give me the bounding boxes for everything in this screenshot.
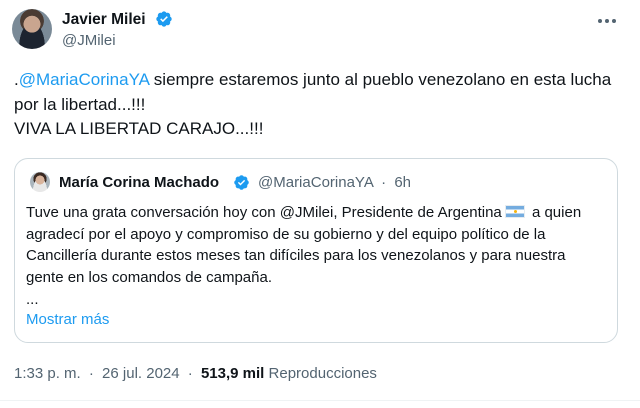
tweet-time[interactable]: 1:33 p. m.	[14, 365, 81, 382]
views-label: Reproducciones	[268, 365, 377, 382]
author-avatar[interactable]	[12, 9, 52, 49]
quoted-author-avatar[interactable]	[30, 172, 50, 192]
quoted-text-part1: Tuve una grata conversación hoy con @JMi…	[26, 204, 502, 221]
quoted-tweet-text: Tuve una grata conversación hoy con @JMi…	[26, 202, 606, 288]
verified-badge-icon	[156, 11, 172, 27]
verified-badge-icon	[234, 175, 249, 190]
more-options-icon[interactable]	[598, 14, 620, 28]
quoted-ellipsis: ...	[26, 291, 39, 308]
quoted-meta: @MariaCorinaYA · 6h	[258, 174, 411, 192]
author-name[interactable]: Javier Milei	[62, 10, 146, 29]
footer-dot-separator: ·	[88, 365, 94, 382]
quoted-tweet-card[interactable]: María Corina Machado @MariaCorinaYA · 6h…	[14, 158, 618, 343]
footer-dot-separator: ·	[187, 365, 193, 382]
quoted-author-name[interactable]: María Corina Machado	[59, 174, 219, 192]
author-handle[interactable]: @JMilei	[62, 31, 116, 50]
quoted-time[interactable]: 6h	[394, 174, 411, 191]
show-more-link[interactable]: Mostrar más	[26, 311, 109, 329]
tweet-date[interactable]: 26 jul. 2024	[102, 365, 180, 382]
views-count: 513,9 mil	[200, 365, 265, 382]
divider	[0, 400, 640, 401]
argentina-flag-icon	[504, 205, 525, 218]
tweet-footer: 1:33 p. m. · 26 jul. 2024 · 513,9 mil Re…	[14, 364, 377, 383]
quoted-dot-separator: ·	[381, 174, 387, 191]
tweet-mention-link[interactable]: @MariaCorinaYA	[19, 70, 149, 89]
tweet-text-line2: VIVA LA LIBERTAD CARAJO...!!!	[14, 119, 264, 138]
tweet-text: .@MariaCorinaYA siempre estaremos junto …	[14, 68, 626, 142]
quoted-author-handle[interactable]: @MariaCorinaYA	[258, 174, 373, 191]
